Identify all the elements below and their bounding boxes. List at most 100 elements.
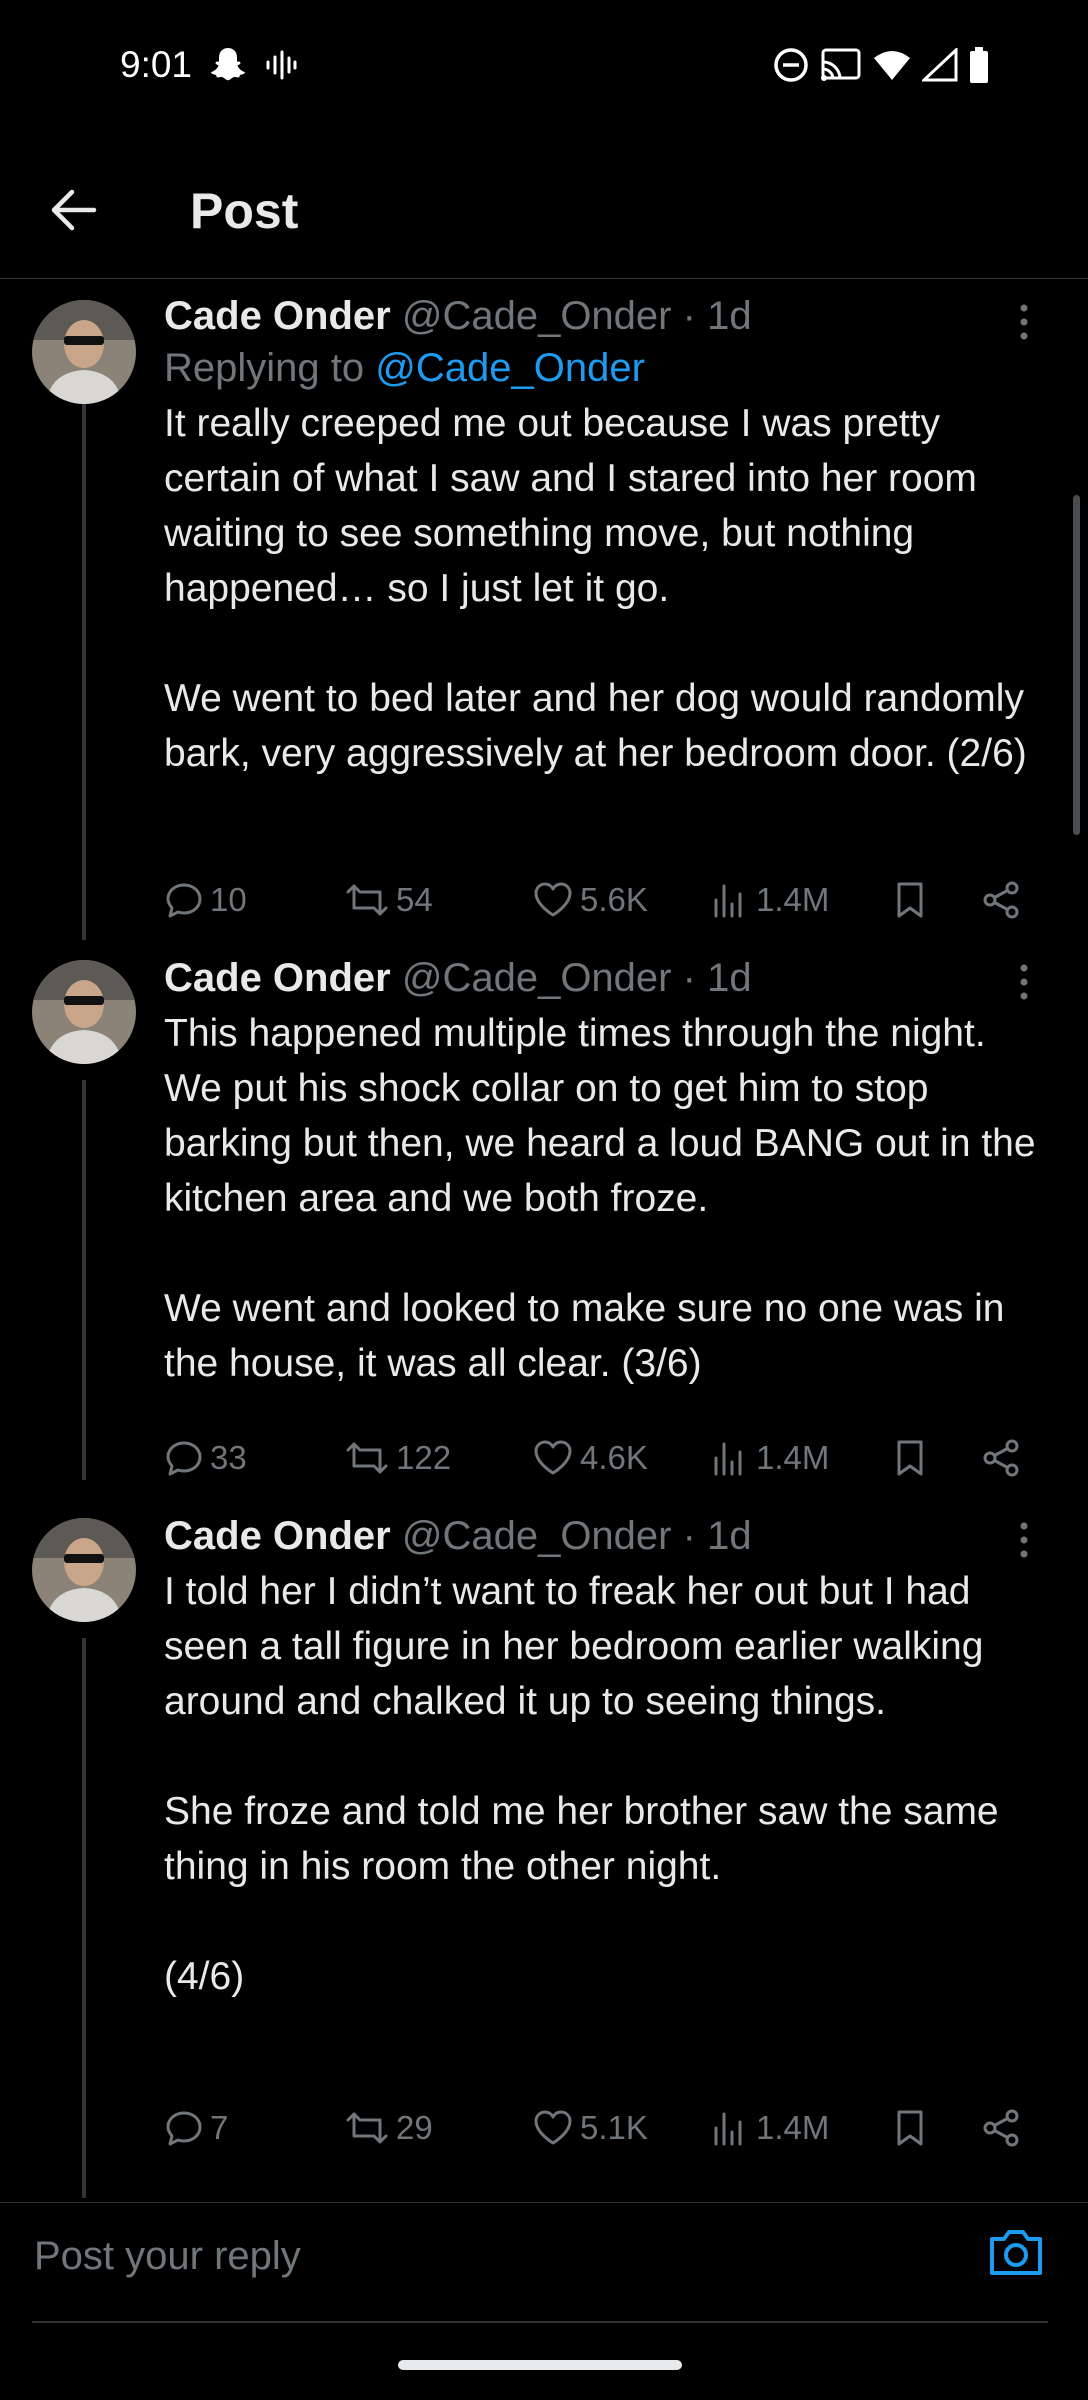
page-title: Post — [190, 183, 299, 239]
share-button[interactable] — [980, 870, 1022, 930]
reply-count: 10 — [210, 881, 247, 918]
status-left-icons — [210, 46, 298, 84]
thread-connector — [82, 1638, 86, 2198]
reply-button[interactable]: 7 — [164, 2098, 228, 2158]
heart-icon — [532, 880, 574, 920]
author-handle[interactable]: @Cade_Onder — [402, 294, 672, 338]
tweet-actions: 10 54 5.6K 1.4M — [164, 870, 1044, 930]
reply-underline — [32, 2321, 1048, 2323]
views-button[interactable]: 1.4M — [710, 870, 829, 930]
repost-count: 29 — [396, 2109, 433, 2146]
share-icon — [980, 2108, 1022, 2148]
repost-icon — [344, 1438, 390, 1478]
share-icon — [980, 1438, 1022, 1478]
like-button[interactable]: 5.1K — [532, 2098, 648, 2158]
author-handle[interactable]: @Cade_Onder — [402, 956, 672, 1000]
status-bar: 9:01 — [0, 0, 1088, 130]
views-count: 1.4M — [756, 881, 830, 918]
tweet-text: It really creeped me out because I was p… — [164, 402, 1027, 775]
tweet-time: 1d — [707, 956, 752, 1000]
reply-count: 33 — [210, 1439, 247, 1476]
bookmark-icon — [890, 2108, 930, 2148]
share-icon — [980, 880, 1022, 920]
voice-icon — [264, 50, 298, 80]
heart-icon — [532, 1438, 574, 1478]
author-name[interactable]: Cade Onder — [164, 294, 391, 338]
scrollbar[interactable] — [1073, 495, 1080, 835]
signal-icon — [922, 48, 958, 82]
wifi-icon — [872, 48, 912, 82]
replying-to-link[interactable]: @Cade_Onder — [375, 346, 645, 390]
analytics-icon — [710, 880, 750, 920]
tweet-header: Cade Onder @Cade_Onder · 1d — [164, 952, 1044, 1004]
thread-connector — [82, 1080, 86, 1480]
repost-count: 54 — [396, 881, 433, 918]
tweet-header: Cade Onder @Cade_Onder · 1d — [164, 1510, 1044, 1562]
reply-count: 7 — [210, 2109, 229, 2146]
repost-count: 122 — [396, 1439, 452, 1476]
repost-button[interactable]: 54 — [344, 870, 433, 930]
like-button[interactable]: 5.6K — [532, 870, 648, 930]
cast-icon — [820, 47, 862, 83]
thread-connector — [82, 400, 86, 940]
reply-icon — [164, 2108, 204, 2148]
author-handle[interactable]: @Cade_Onder — [402, 1514, 672, 1558]
views-button[interactable]: 1.4M — [710, 2098, 829, 2158]
views-count: 1.4M — [756, 2109, 830, 2146]
bookmark-icon — [890, 1438, 930, 1478]
avatar[interactable] — [32, 1518, 136, 1622]
like-count: 4.6K — [580, 1439, 648, 1476]
do-not-disturb-icon — [772, 46, 810, 84]
status-time: 9:01 — [120, 44, 193, 85]
repost-button[interactable]: 29 — [344, 2098, 433, 2158]
replying-prefix: Replying to — [164, 346, 376, 390]
author-name[interactable]: Cade Onder — [164, 956, 391, 1000]
like-count: 5.6K — [580, 881, 648, 918]
replying-to: Replying to @Cade_Onder — [164, 342, 1044, 394]
camera-button[interactable] — [984, 2221, 1048, 2285]
reply-button[interactable]: 33 — [164, 1428, 247, 1488]
analytics-icon — [710, 2108, 750, 2148]
heart-icon — [532, 2108, 574, 2148]
like-count: 5.1K — [580, 2109, 648, 2146]
tweet-content: Cade Onder @Cade_Onder · 1d This happene… — [164, 952, 1044, 1391]
author-name[interactable]: Cade Onder — [164, 1514, 391, 1558]
separator-dot: · — [682, 1514, 696, 1558]
thread-feed[interactable]: Cade Onder @Cade_Onder · 1d Replying to … — [0, 280, 1088, 2200]
tweet-content: Cade Onder @Cade_Onder · 1d Replying to … — [164, 290, 1044, 781]
bookmark-button[interactable] — [890, 870, 930, 930]
avatar[interactable] — [32, 960, 136, 1064]
views-count: 1.4M — [756, 1439, 830, 1476]
reply-icon — [164, 1438, 204, 1478]
tweet-content: Cade Onder @Cade_Onder · 1d I told her I… — [164, 1510, 1044, 2004]
arrow-left-icon — [50, 188, 98, 237]
tweet-text: This happened multiple times through the… — [164, 1012, 1036, 1385]
tweet-time: 1d — [707, 294, 752, 338]
home-indicator[interactable] — [398, 2360, 682, 2370]
tweet-header: Cade Onder @Cade_Onder · 1d — [164, 290, 1044, 342]
tweet-actions: 33 122 4.6K 1.4M — [164, 1428, 1044, 1488]
top-app-bar: Post — [0, 160, 1088, 279]
repost-icon — [344, 2108, 390, 2148]
tweet-time: 1d — [707, 1514, 752, 1558]
bookmark-button[interactable] — [890, 2098, 930, 2158]
repost-icon — [344, 880, 390, 920]
like-button[interactable]: 4.6K — [532, 1428, 648, 1488]
reply-icon — [164, 880, 204, 920]
separator-dot: · — [682, 956, 696, 1000]
share-button[interactable] — [980, 2098, 1022, 2158]
snapchat-icon — [210, 46, 246, 84]
repost-button[interactable]: 122 — [344, 1428, 451, 1488]
reply-button[interactable]: 10 — [164, 870, 247, 930]
back-button[interactable] — [44, 182, 104, 242]
avatar[interactable] — [32, 300, 136, 404]
share-button[interactable] — [980, 1428, 1022, 1488]
separator-dot: · — [682, 294, 696, 338]
analytics-icon — [710, 1438, 750, 1478]
bookmark-button[interactable] — [890, 1428, 930, 1488]
tweet-actions: 7 29 5.1K 1.4M — [164, 2098, 1044, 2158]
views-button[interactable]: 1.4M — [710, 1428, 829, 1488]
tweet-text: I told her I didn’t want to freak her ou… — [164, 1570, 999, 1998]
reply-input[interactable] — [32, 2217, 936, 2295]
camera-icon — [984, 2230, 1048, 2289]
